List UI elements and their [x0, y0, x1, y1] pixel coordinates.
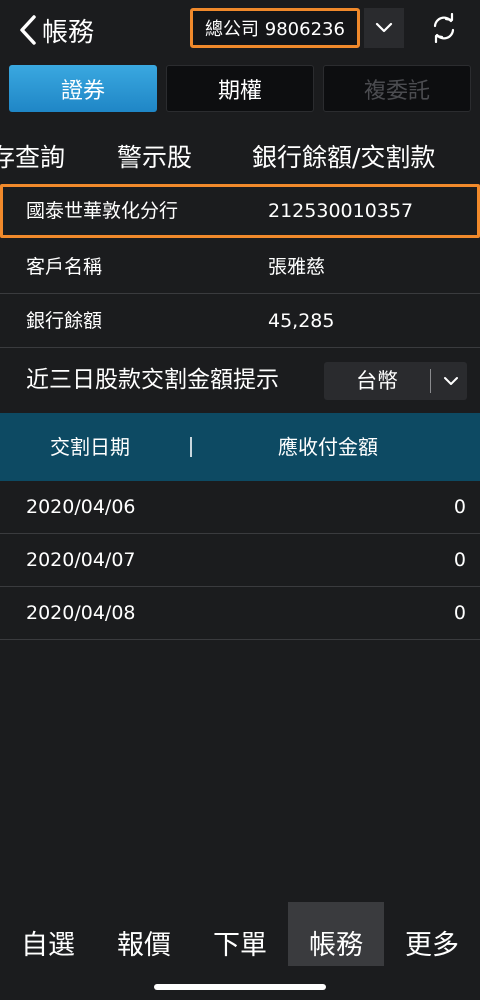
refresh-icon — [429, 12, 459, 47]
settlement-date: 2020/04/07 — [26, 549, 136, 571]
settlement-title: 近三日股款交割金額提示 — [26, 367, 279, 393]
customer-name-value: 張雅慈 — [268, 256, 326, 278]
segment-futures-options[interactable]: 期權 — [166, 65, 314, 112]
tab-inventory-query[interactable]: 存查詢 — [0, 138, 65, 174]
table-row: 2020/04/07 0 — [0, 534, 480, 587]
nav-order[interactable]: 下單 — [192, 902, 288, 966]
top-navigation-bar: 帳務 總公司 9806236 — [0, 0, 480, 60]
customer-name-label: 客戶名稱 — [26, 256, 103, 278]
bank-balance-row: 銀行餘額 45,285 — [0, 294, 480, 348]
settlement-amount: 0 — [453, 602, 466, 624]
account-selector[interactable]: 總公司 9806236 — [190, 8, 360, 48]
account-dropdown-button[interactable] — [364, 8, 404, 48]
back-button[interactable]: 帳務 — [18, 10, 94, 50]
segment-sub-brokerage[interactable]: 複委託 — [323, 65, 471, 112]
column-header-amount: 應收付金額 — [278, 435, 378, 459]
bank-account-row: 國泰世華敦化分行 212530010357 — [0, 184, 480, 238]
nav-more[interactable]: 更多 — [384, 902, 480, 966]
bank-balance-value: 45,285 — [268, 310, 335, 332]
table-row: 2020/04/08 0 — [0, 587, 480, 640]
currency-value: 台幣 — [356, 369, 398, 393]
segment-securities[interactable]: 證券 — [9, 65, 157, 112]
refresh-button[interactable] — [426, 12, 462, 48]
sub-tab-bar: 存查詢 警示股 銀行餘額/交割款 — [0, 118, 480, 184]
bank-branch-name: 國泰世華敦化分行 — [26, 200, 179, 222]
currency-select[interactable]: 台幣 — [324, 362, 467, 400]
settlement-date: 2020/04/06 — [26, 496, 136, 518]
tab-bank-balance-settlement[interactable]: 銀行餘額/交割款 — [252, 138, 435, 174]
tab-warning-stocks[interactable]: 警示股 — [117, 138, 192, 174]
nav-account[interactable]: 帳務 — [288, 902, 384, 966]
nav-quotes[interactable]: 報價 — [96, 902, 192, 966]
page-title: 帳務 — [42, 17, 95, 48]
table-row: 2020/04/06 0 — [0, 481, 480, 534]
bank-account-number: 212530010357 — [268, 200, 414, 222]
column-header-date: 交割日期 — [50, 435, 130, 459]
settlement-table-header: 交割日期 應收付金額 — [0, 413, 480, 481]
chevron-down-icon — [375, 19, 393, 38]
settlement-amount: 0 — [453, 549, 466, 571]
settlement-date: 2020/04/08 — [26, 602, 136, 624]
nav-watchlist[interactable]: 自選 — [0, 902, 96, 966]
customer-name-row: 客戶名稱 張雅慈 — [0, 240, 480, 294]
column-divider — [190, 437, 192, 457]
chevron-down-icon — [436, 362, 466, 400]
settlement-amount: 0 — [453, 496, 466, 518]
home-indicator[interactable] — [154, 984, 326, 990]
back-chevron-icon — [18, 14, 38, 46]
bank-balance-label: 銀行餘額 — [26, 310, 103, 332]
currency-divider — [430, 369, 431, 393]
